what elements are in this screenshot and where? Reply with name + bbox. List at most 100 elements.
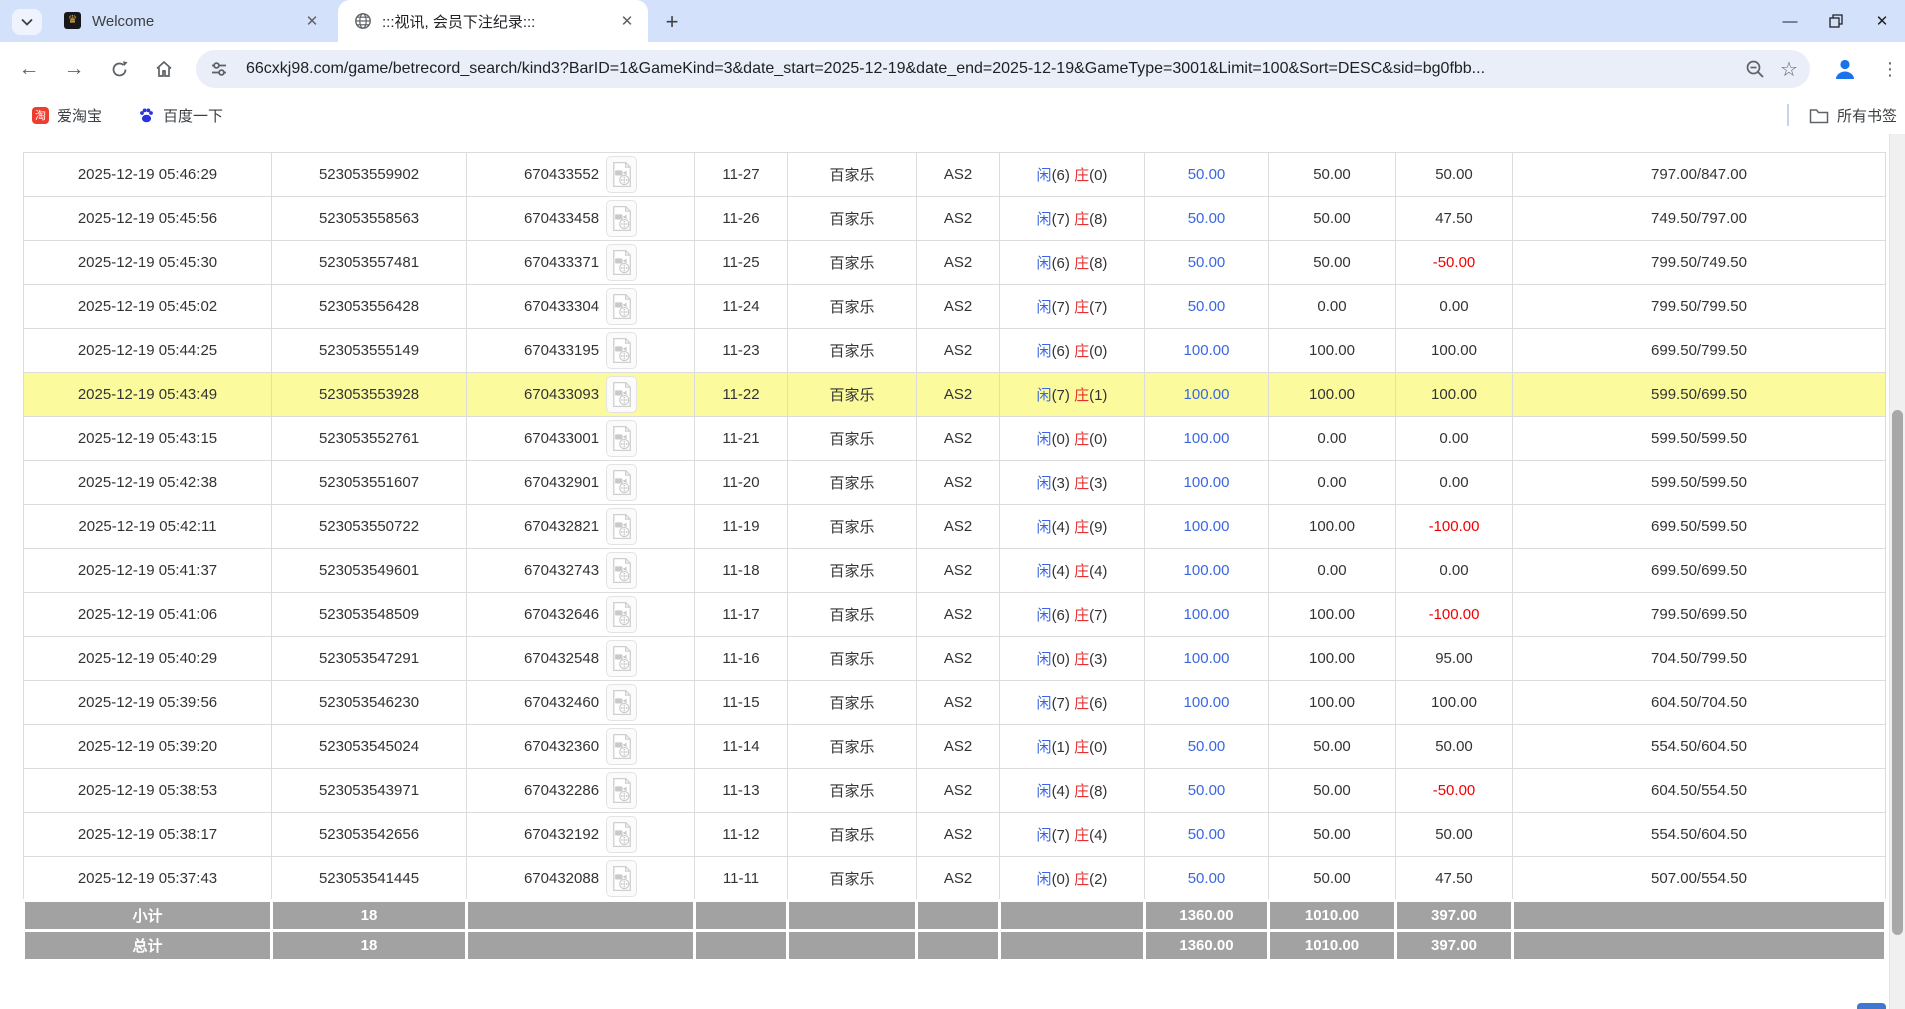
cell-table-code: AS2 bbox=[917, 461, 1000, 505]
table-row[interactable]: 2025-12-19 05:38:53 523053543971 6704322… bbox=[24, 769, 1886, 813]
cell-win-loss: 95.00 bbox=[1396, 637, 1513, 681]
table-row[interactable]: 2025-12-19 05:45:02 523053556428 6704333… bbox=[24, 285, 1886, 329]
video-replay-button[interactable] bbox=[606, 596, 637, 633]
cell-bet-amount[interactable]: 50.00 bbox=[1145, 153, 1269, 197]
table-row[interactable]: 2025-12-19 05:37:43 523053541445 6704320… bbox=[24, 857, 1886, 901]
video-replay-button[interactable] bbox=[606, 200, 637, 237]
bet-table-body: 2025-12-19 05:46:29 523053559902 6704335… bbox=[24, 153, 1886, 901]
table-row[interactable]: 2025-12-19 05:46:29 523053559902 6704335… bbox=[24, 153, 1886, 197]
cell-table-code: AS2 bbox=[917, 681, 1000, 725]
table-row[interactable]: 2025-12-19 05:44:25 523053555149 6704331… bbox=[24, 329, 1886, 373]
menu-dots-icon[interactable]: ⋮ bbox=[1878, 52, 1902, 86]
minimize-button[interactable]: — bbox=[1767, 0, 1813, 42]
table-row[interactable]: 2025-12-19 05:41:37 523053549601 6704327… bbox=[24, 549, 1886, 593]
tab-search-button[interactable] bbox=[12, 9, 42, 35]
cell-bet-amount[interactable]: 100.00 bbox=[1145, 593, 1269, 637]
video-replay-button[interactable] bbox=[606, 464, 637, 501]
table-row[interactable]: 2025-12-19 05:42:38 523053551607 6704329… bbox=[24, 461, 1886, 505]
taobao-icon: 淘 bbox=[32, 107, 49, 124]
cell-bet-amount[interactable]: 100.00 bbox=[1145, 549, 1269, 593]
cell-bet-amount[interactable]: 100.00 bbox=[1145, 637, 1269, 681]
banker-label: 庄 bbox=[1074, 431, 1089, 448]
cell-bet-amount[interactable]: 100.00 bbox=[1145, 329, 1269, 373]
url-bar[interactable]: 66cxkj98.com/game/betrecord_search/kind3… bbox=[196, 50, 1810, 88]
cell-bet-amount[interactable]: 50.00 bbox=[1145, 813, 1269, 857]
tab-welcome[interactable]: ♛ Welcome ✕ bbox=[48, 0, 333, 42]
video-replay-button[interactable] bbox=[606, 772, 637, 809]
cell-bet-amount[interactable]: 50.00 bbox=[1145, 725, 1269, 769]
scrollbar-thumb[interactable] bbox=[1892, 410, 1903, 935]
cell-result: 闲(7) 庄(6) bbox=[1000, 681, 1145, 725]
cell-bet-amount[interactable]: 50.00 bbox=[1145, 285, 1269, 329]
cell-round: 11-13 bbox=[695, 769, 788, 813]
player-points: (7) bbox=[1052, 211, 1070, 228]
banker-points: (6) bbox=[1089, 695, 1107, 712]
cell-bet-amount[interactable]: 100.00 bbox=[1145, 505, 1269, 549]
close-window-button[interactable]: ✕ bbox=[1859, 0, 1905, 42]
table-row[interactable]: 2025-12-19 05:39:56 523053546230 6704324… bbox=[24, 681, 1886, 725]
cell-bet-amount[interactable]: 100.00 bbox=[1145, 461, 1269, 505]
video-replay-button[interactable] bbox=[606, 288, 637, 325]
vertical-scrollbar[interactable] bbox=[1889, 134, 1905, 1009]
video-replay-button[interactable] bbox=[606, 640, 637, 677]
video-replay-button[interactable] bbox=[606, 728, 637, 765]
pagination-button-clipped[interactable] bbox=[1857, 1003, 1886, 1009]
cell-bet-id: 523053548509 bbox=[272, 593, 467, 637]
player-label: 闲 bbox=[1037, 695, 1052, 712]
cell-bet-amount[interactable]: 100.00 bbox=[1145, 681, 1269, 725]
profile-avatar[interactable] bbox=[1828, 52, 1862, 86]
table-row[interactable]: 2025-12-19 05:43:49 523053553928 6704330… bbox=[24, 373, 1886, 417]
game-id-text: 670433552 bbox=[524, 166, 599, 183]
video-replay-button[interactable] bbox=[606, 508, 637, 545]
subtotal-valid: 1010.00 bbox=[1269, 901, 1396, 931]
cell-bet-amount[interactable]: 50.00 bbox=[1145, 857, 1269, 901]
subtotal-count: 18 bbox=[272, 901, 467, 931]
table-row[interactable]: 2025-12-19 05:40:29 523053547291 6704325… bbox=[24, 637, 1886, 681]
video-replay-button[interactable] bbox=[606, 816, 637, 853]
bookmark-taobao[interactable]: 淘 爱淘宝 bbox=[26, 101, 108, 129]
cell-bet-amount[interactable]: 100.00 bbox=[1145, 417, 1269, 461]
bookmark-star-icon[interactable]: ☆ bbox=[1772, 52, 1806, 86]
tune-icon[interactable] bbox=[202, 52, 236, 86]
total-row: 总计 18 1360.00 1010.00 397.00 bbox=[24, 931, 1886, 961]
table-row[interactable]: 2025-12-19 05:45:30 523053557481 6704333… bbox=[24, 241, 1886, 285]
back-button[interactable]: ← bbox=[11, 51, 47, 87]
all-bookmarks-button[interactable]: 所有书签 bbox=[1809, 101, 1897, 129]
table-row[interactable]: 2025-12-19 05:38:17 523053542656 6704321… bbox=[24, 813, 1886, 857]
close-icon[interactable]: ✕ bbox=[301, 10, 323, 32]
forward-button[interactable]: → bbox=[56, 51, 92, 87]
game-id-text: 670433304 bbox=[524, 298, 599, 315]
reload-button[interactable] bbox=[101, 51, 137, 87]
video-replay-button[interactable] bbox=[606, 376, 637, 413]
video-replay-button[interactable] bbox=[606, 156, 637, 193]
video-replay-button[interactable] bbox=[606, 244, 637, 281]
table-row[interactable]: 2025-12-19 05:45:56 523053558563 6704334… bbox=[24, 197, 1886, 241]
video-replay-button[interactable] bbox=[606, 420, 637, 457]
cell-bet-amount[interactable]: 50.00 bbox=[1145, 241, 1269, 285]
home-button[interactable] bbox=[146, 51, 182, 87]
close-icon[interactable]: ✕ bbox=[616, 10, 638, 32]
video-replay-button[interactable] bbox=[606, 332, 637, 369]
video-replay-button[interactable] bbox=[606, 552, 637, 589]
video-replay-button[interactable] bbox=[606, 684, 637, 721]
table-row[interactable]: 2025-12-19 05:41:06 523053548509 6704326… bbox=[24, 593, 1886, 637]
cell-bet-amount[interactable]: 50.00 bbox=[1145, 197, 1269, 241]
tab-bet-record[interactable]: :::视讯, 会员下注纪录::: ✕ bbox=[338, 0, 648, 42]
zoom-out-icon[interactable] bbox=[1738, 52, 1772, 86]
bookmark-baidu[interactable]: 百度一下 bbox=[132, 101, 229, 129]
restore-button[interactable] bbox=[1813, 0, 1859, 42]
cell-win-loss: 0.00 bbox=[1396, 417, 1513, 461]
cell-game-name: 百家乐 bbox=[788, 813, 917, 857]
cell-game-name: 百家乐 bbox=[788, 549, 917, 593]
table-row[interactable]: 2025-12-19 05:42:11 523053550722 6704328… bbox=[24, 505, 1886, 549]
table-row[interactable]: 2025-12-19 05:39:20 523053545024 6704323… bbox=[24, 725, 1886, 769]
table-row[interactable]: 2025-12-19 05:43:15 523053552761 6704330… bbox=[24, 417, 1886, 461]
cell-bet-amount[interactable]: 100.00 bbox=[1145, 373, 1269, 417]
video-replay-icon bbox=[611, 645, 633, 672]
video-replay-button[interactable] bbox=[606, 860, 637, 897]
cell-bet-id: 523053543971 bbox=[272, 769, 467, 813]
cell-bet-time: 2025-12-19 05:40:29 bbox=[24, 637, 272, 681]
url-text[interactable]: 66cxkj98.com/game/betrecord_search/kind3… bbox=[246, 60, 1738, 78]
cell-bet-amount[interactable]: 50.00 bbox=[1145, 769, 1269, 813]
new-tab-button[interactable]: + bbox=[658, 8, 686, 36]
